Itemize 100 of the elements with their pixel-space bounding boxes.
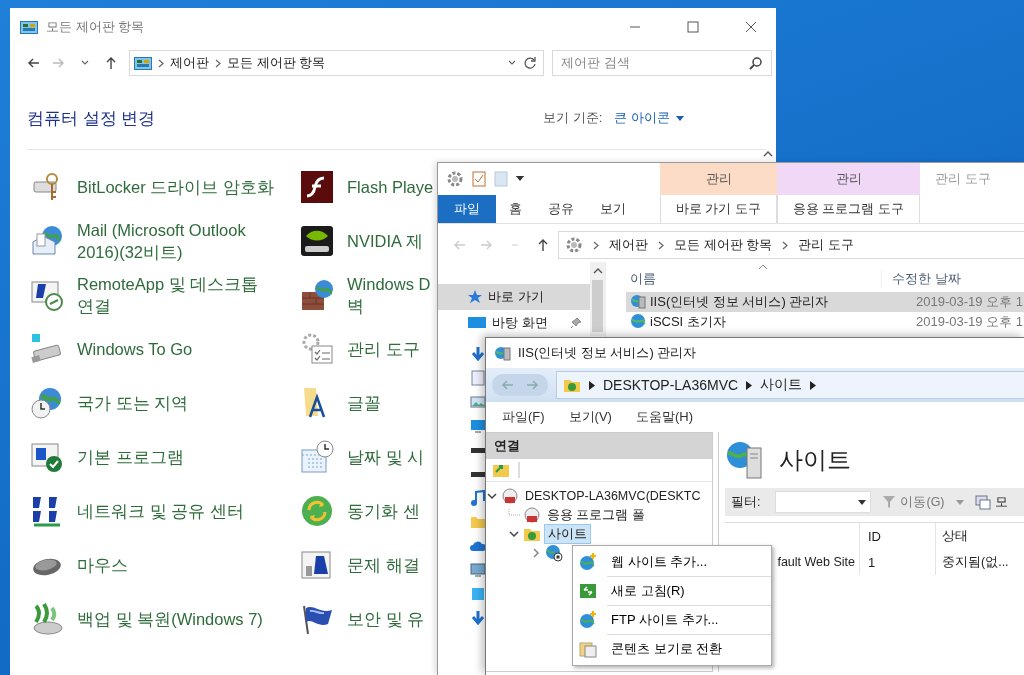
tree-item[interactable]: 사이트 <box>544 523 591 544</box>
globe-stopped-icon[interactable] <box>545 543 563 562</box>
tree-item[interactable]: 응용 프로그램 풀 <box>544 505 648 524</box>
menu-item[interactable]: 파일(F) <box>492 406 555 428</box>
download-arrow-icon[interactable] <box>470 610 486 626</box>
file-name: IIS(인터넷 정보 서비스) 관리자 <box>650 293 829 311</box>
control-panel-item[interactable]: RemoteApp 및 데스크톱 연결 <box>30 268 300 322</box>
window-title: IIS(인터넷 정보 서비스) 관리자 <box>518 344 697 362</box>
nav-item[interactable]: 바로 가기 <box>438 284 590 310</box>
file-row[interactable]: iSCSI 초기자 2019-03-19 오후 1 <box>626 312 1024 332</box>
control-panel-item[interactable]: NVIDIA 제 <box>300 214 440 268</box>
breadcrumb[interactable]: 모든 제어판 항목 <box>674 236 773 254</box>
breadcrumb-arrow-icon[interactable] <box>589 380 595 390</box>
control-panel-item[interactable]: 기본 프로그램 <box>30 430 300 484</box>
globe-icon <box>630 313 646 329</box>
control-panel-item[interactable]: Windows To Go <box>30 322 300 376</box>
troubleshoot-icon <box>300 548 334 582</box>
address-bar[interactable]: DESKTOP-LA36MVC 사이트 <box>556 371 1024 399</box>
menu-item[interactable]: 도움말(H) <box>625 406 703 428</box>
scrollbar-thumb[interactable] <box>592 280 603 332</box>
control-panel-item[interactable]: 문제 해결 <box>300 538 440 592</box>
dropdown-caret-icon[interactable] <box>858 499 867 505</box>
breadcrumb-chevron-icon <box>658 240 664 250</box>
breadcrumb-chevron-icon <box>215 58 221 68</box>
ribbon-tab[interactable]: 바로 가기 도구 <box>660 195 777 223</box>
control-panel-item[interactable]: 백업 및 복원(Windows 7) <box>30 592 300 646</box>
control-panel-item[interactable]: BitLocker 드라이브 암호화 <box>30 160 300 214</box>
back-arrow-icon <box>500 378 514 392</box>
breadcrumb-arrow-icon[interactable] <box>810 380 817 390</box>
breadcrumb-arrow-icon[interactable] <box>746 380 753 390</box>
ribbon-tab[interactable]: 공유 <box>535 195 587 223</box>
context-tab-group: 관리 <box>660 163 777 195</box>
refresh-icon <box>523 56 537 70</box>
monitor-icon[interactable] <box>470 562 486 578</box>
download-arrow-icon[interactable] <box>470 346 486 362</box>
file-tab[interactable]: 파일 <box>438 195 496 223</box>
control-panel-item[interactable]: 관리 도구 <box>300 322 440 376</box>
breadcrumb[interactable]: 관리 도구 <box>798 236 854 254</box>
control-panel-item[interactable]: Flash Playe <box>300 160 440 214</box>
ribbon-tab[interactable]: 응용 프로그램 도구 <box>777 195 920 223</box>
modified-date: 2019-03-19 오후 1 <box>915 293 1023 311</box>
show-all-button[interactable]: 모 <box>968 492 1014 512</box>
control-panel-item[interactable]: 동기화 센 <box>300 484 440 538</box>
tree-item[interactable]: DESKTOP-LA36MVC(DESKTC <box>522 486 704 505</box>
control-panel-item[interactable]: 국가 또는 지역 <box>30 376 300 430</box>
breadcrumb[interactable]: DESKTOP-LA36MVC <box>603 377 739 393</box>
go-button[interactable]: 이동(G) <box>876 492 951 512</box>
breadcrumb[interactable]: 제어판 <box>170 54 209 72</box>
menu-item[interactable]: FTP 사이트 추가... <box>573 606 771 634</box>
control-panel-item[interactable]: 네트워크 및 공유 센터 <box>30 484 300 538</box>
customize-caret-icon[interactable] <box>516 176 524 182</box>
menu-item[interactable]: 웹 사이트 추가... <box>573 548 771 576</box>
control-panel-icon <box>134 55 152 71</box>
document-icon[interactable] <box>470 370 486 386</box>
column-header[interactable]: 수정한 날짜 <box>881 270 961 288</box>
picture-icon[interactable] <box>470 394 486 410</box>
search-placeholder: 제어판 검색 <box>561 54 630 72</box>
ribbon-tab[interactable]: 보기 <box>587 195 639 223</box>
breadcrumb[interactable]: 사이트 <box>760 376 803 394</box>
column-header[interactable]: 상태 <box>935 523 968 549</box>
column-header[interactable]: 이름 <box>606 270 881 288</box>
scroll-up-icon[interactable] <box>592 266 603 274</box>
control-panel-item[interactable]: Mail (Microsoft Outlook 2016)(32비트) <box>30 214 300 268</box>
collapsed-chevron-icon[interactable] <box>530 546 542 559</box>
address-bar[interactable]: 제어판 모든 제어판 항목 관리 도구 <box>558 231 1024 259</box>
breadcrumb[interactable]: 제어판 <box>609 236 648 254</box>
backup-icon <box>30 602 64 636</box>
menu-item[interactable]: 보기(V) <box>558 406 622 428</box>
pin-icon[interactable] <box>570 317 582 329</box>
folder-icon[interactable] <box>470 514 486 530</box>
windows-drive-icon[interactable] <box>470 586 486 602</box>
control-panel-item[interactable]: 날짜 및 시 <box>300 430 440 484</box>
menu-item[interactable]: 새로 고침(R) <box>573 577 771 605</box>
filter-field[interactable] <box>775 491 872 513</box>
music-note-icon[interactable] <box>470 490 486 506</box>
refresh-icon <box>579 582 597 600</box>
context-tab-group: 관리 <box>777 163 920 195</box>
connect-icon[interactable] <box>492 462 510 478</box>
control-panel-item[interactable]: 글꼴 <box>300 376 440 430</box>
filter-icon <box>882 495 897 509</box>
tools-icon <box>300 332 334 366</box>
file-row[interactable]: IIS(인터넷 정보 서비스) 관리자 2019-03-19 오후 1 <box>626 292 1024 312</box>
scroll-up-icon[interactable] <box>762 149 774 159</box>
control-panel-item[interactable]: 마우스 <box>30 538 300 592</box>
nav-item[interactable]: 바탕 화면 <box>438 310 590 336</box>
monitor-icon[interactable] <box>470 418 486 434</box>
menu-item[interactable]: 콘텐츠 보기로 전환 <box>573 635 771 663</box>
control-panel-item[interactable]: 보안 및 유 <box>300 592 440 646</box>
view-by-dropdown[interactable]: 큰 아이콘 <box>614 109 684 127</box>
up-arrow-icon <box>536 238 550 252</box>
gear-icon[interactable] <box>446 170 464 188</box>
monitor-icon <box>468 316 486 330</box>
address-bar[interactable]: 제어판 모든 제어판 항목 <box>129 50 544 76</box>
column-header[interactable]: ID <box>859 523 935 549</box>
breadcrumb[interactable]: 모든 제어판 항목 <box>227 54 326 72</box>
control-panel-item[interactable]: Windows D 벽 <box>300 268 440 322</box>
properties-icon[interactable] <box>472 171 486 187</box>
search-field[interactable]: 제어판 검색 <box>552 50 772 76</box>
ribbon-tab[interactable]: 홈 <box>496 195 535 223</box>
window-title: 모든 제어판 항목 <box>46 18 146 36</box>
